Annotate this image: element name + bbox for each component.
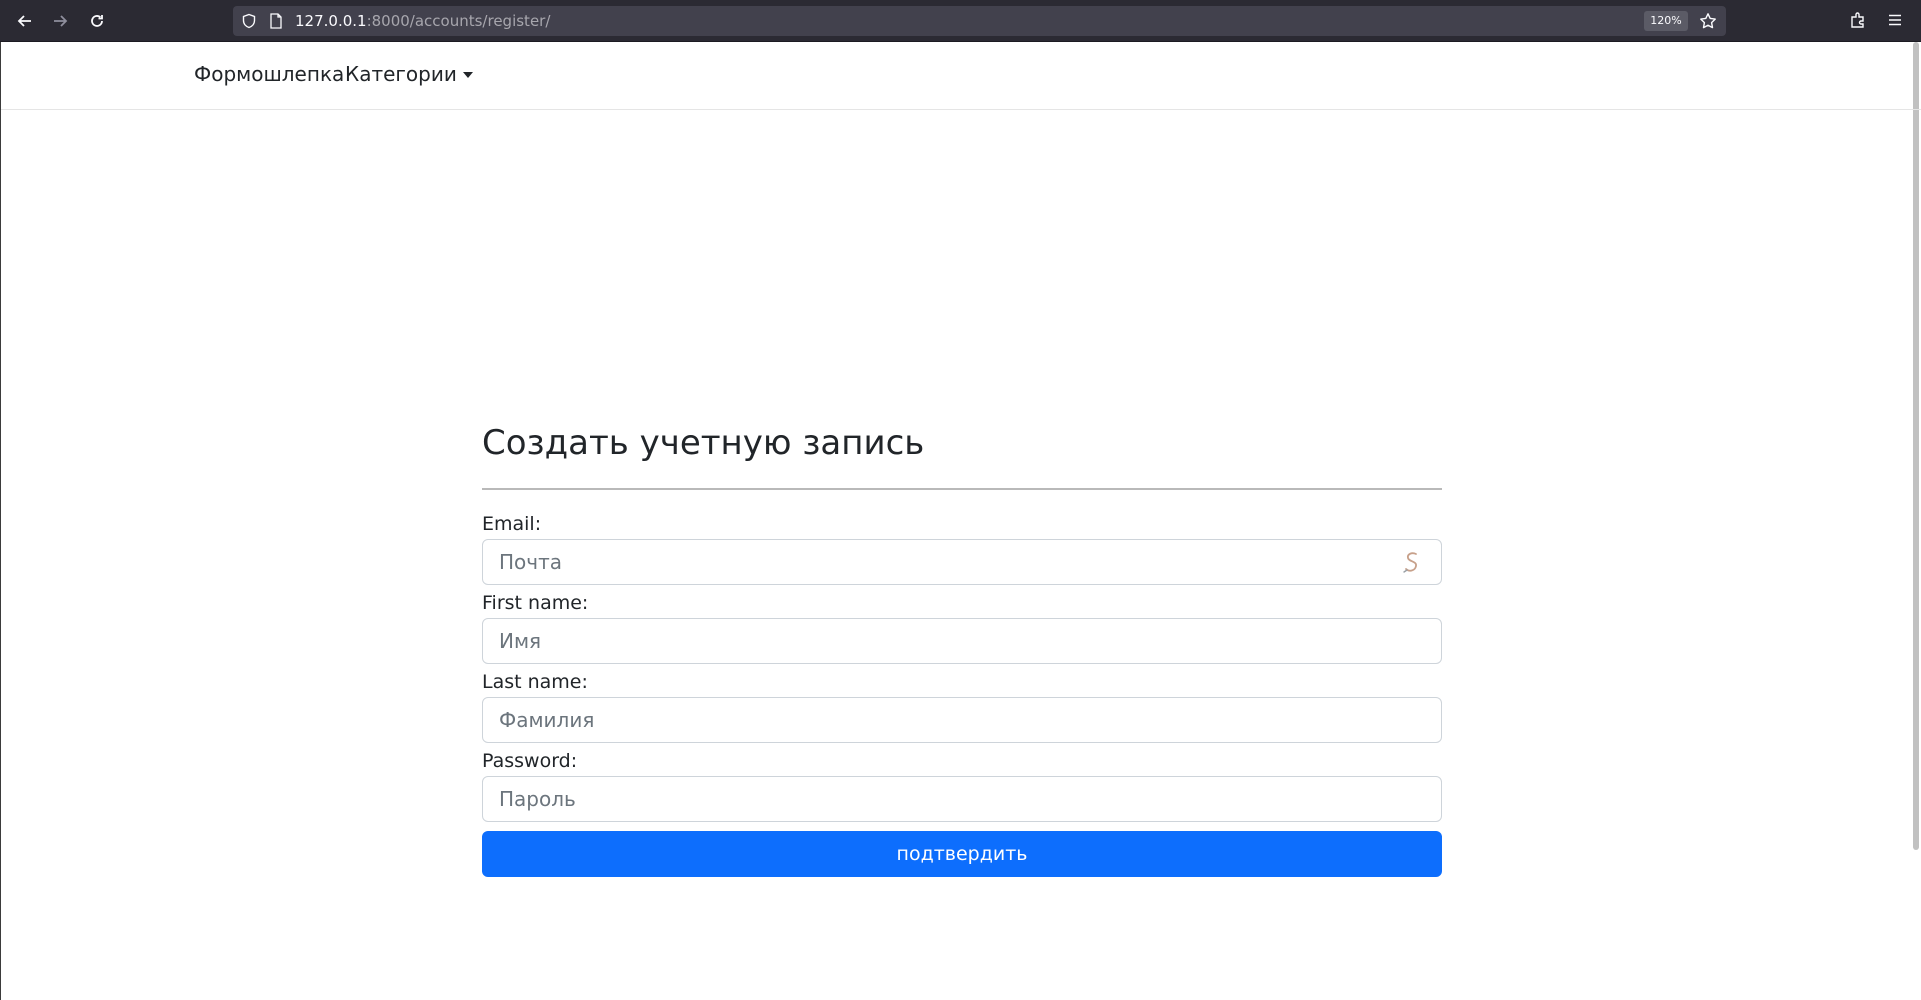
submit-button[interactable]: подтвердить	[482, 831, 1442, 877]
categories-dropdown-label: Категории	[345, 62, 457, 86]
extensions-icon[interactable]	[1849, 11, 1867, 29]
address-bar[interactable]: 127.0.0.1:8000/accounts/register/ 120%	[233, 6, 1726, 36]
back-arrow-icon[interactable]	[12, 8, 38, 34]
first-name-input[interactable]	[483, 619, 1441, 663]
zoom-level-badge[interactable]: 120%	[1644, 11, 1688, 31]
categories-dropdown[interactable]: Категории	[345, 62, 473, 86]
registration-form: Создать учетную запись Email: First name…	[482, 420, 1442, 877]
email-field-box	[482, 539, 1442, 585]
email-input[interactable]	[483, 540, 1441, 584]
form-title: Создать учетную запись	[482, 423, 925, 463]
page-viewport: Формошлепка Категории Создать учетную за…	[0, 42, 1921, 1000]
vertical-scrollbar[interactable]	[1913, 42, 1919, 850]
shield-icon[interactable]	[241, 13, 257, 29]
password-manager-icon[interactable]	[1399, 550, 1423, 576]
last-name-label: Last name:	[482, 671, 588, 693]
url-host: 127.0.0.1	[295, 12, 367, 30]
menu-icon[interactable]	[1886, 11, 1904, 29]
title-divider	[482, 488, 1442, 490]
last-name-field-box	[482, 697, 1442, 743]
url-path: :8000/accounts/register/	[366, 12, 551, 30]
email-label: Email:	[482, 513, 542, 535]
page-icon	[270, 13, 282, 29]
caret-down-icon	[462, 72, 473, 78]
url-text[interactable]: 127.0.0.1:8000/accounts/register/	[295, 12, 550, 30]
last-name-input[interactable]	[483, 698, 1441, 742]
navbar-brand-link[interactable]: Формошлепка	[194, 62, 344, 86]
first-name-label: First name:	[482, 592, 589, 614]
first-name-field-box	[482, 618, 1442, 664]
forward-arrow-icon[interactable]	[47, 8, 73, 34]
password-label: Password:	[482, 750, 578, 772]
site-navbar: Формошлепка Категории	[1, 42, 1921, 110]
password-input[interactable]	[483, 777, 1441, 821]
browser-toolbar: 127.0.0.1:8000/accounts/register/ 120%	[0, 0, 1921, 42]
bookmark-star-icon[interactable]	[1699, 12, 1717, 30]
password-field-box	[482, 776, 1442, 822]
reload-icon[interactable]	[84, 8, 110, 34]
